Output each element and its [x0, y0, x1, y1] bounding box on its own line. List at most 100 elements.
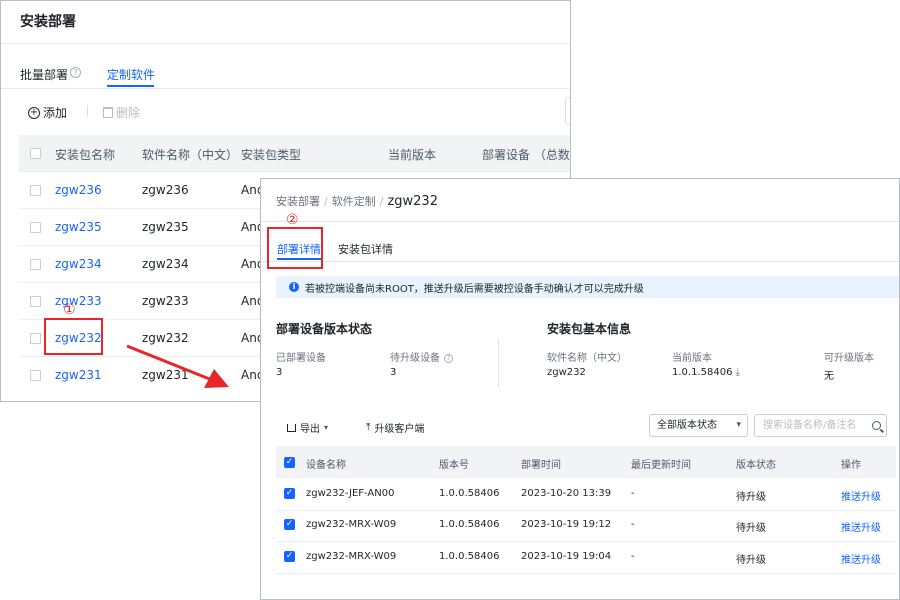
section-separator [498, 339, 499, 387]
row-checkbox[interactable] [30, 222, 41, 233]
select-all-checkbox[interactable]: ✓ [284, 457, 295, 468]
status-select-value: 全部版本状态 [657, 420, 717, 431]
device-version: 1.0.0.58406 [439, 519, 500, 530]
column-header-package: 安装包名称 [55, 148, 116, 162]
version-status: 待升级 [736, 492, 766, 503]
row-divider [276, 541, 896, 542]
trash-icon [103, 107, 113, 118]
upgrade-client-button[interactable]: ⤒ 升级客户端 [366, 420, 424, 435]
package-link[interactable]: zgw235 [55, 220, 102, 234]
software-name: zgw235 [142, 220, 189, 234]
toolbar-button[interactable] [565, 97, 570, 125]
software-name: zgw231 [142, 368, 189, 382]
row-checkbox[interactable]: ✓ [284, 519, 295, 530]
column-header-type: 安装包类型 [241, 148, 302, 162]
step-2-marker: ② [286, 212, 299, 228]
divider [1, 88, 570, 89]
active-tab-indicator [107, 85, 154, 87]
upgradable-version-value: 无 [824, 371, 834, 382]
row-checkbox[interactable] [30, 185, 41, 196]
export-button[interactable]: 导出 ▾ [287, 420, 328, 435]
current-version-label: 当前版本 [672, 353, 712, 364]
device-name: zgw232-MRX-W09 [306, 519, 397, 530]
step-1-marker: ① [63, 302, 76, 318]
step-2-highlight [267, 227, 323, 269]
download-icon[interactable]: ⤓ [736, 367, 740, 378]
push-upgrade-link[interactable]: 推送升级 [841, 519, 881, 534]
deploy-detail-panel: 安装部署 / 软件定制 / zgw232 部署详情 安装包详情 i 若被控端设备尚未RO… [260, 178, 900, 600]
software-name-label: 软件名称（中文） [547, 353, 627, 364]
upgradable-version-label: 可升级版本 [824, 353, 874, 364]
current-version-value: 1.0.1.58406 [672, 367, 733, 378]
breadcrumb: 安装部署 / 软件定制 / zgw232 [276, 194, 438, 209]
breadcrumb-item[interactable]: 安装部署 [276, 195, 320, 208]
table-header [276, 446, 896, 478]
column-header-devices: 部署设备 （总数) [482, 148, 571, 162]
tab-package-detail[interactable]: 安装包详情 [338, 241, 393, 257]
pending-label: 待升级设备 [390, 353, 440, 364]
upgrade-label: 升级客户端 [374, 424, 425, 435]
add-button[interactable]: + 添加 [28, 104, 67, 121]
column-header-action: 操作 [841, 460, 861, 471]
deploy-time: 2023-10-19 19:12 [521, 519, 612, 530]
divider [1, 43, 570, 44]
push-upgrade-link[interactable]: 推送升级 [841, 488, 881, 503]
row-divider [19, 171, 570, 172]
help-icon[interactable]: ? [444, 353, 453, 363]
device-name: zgw232-JEF-AN00 [306, 488, 395, 499]
row-checkbox[interactable] [30, 296, 41, 307]
pending-count: 3 [390, 367, 397, 378]
row-checkbox[interactable] [30, 333, 41, 344]
delete-button[interactable]: 删除 [103, 104, 140, 121]
tab-batch-deploy[interactable]: 批量部署 [20, 66, 68, 83]
plus-circle-icon: + [28, 106, 40, 119]
breadcrumb-item[interactable]: 软件定制 [332, 195, 376, 208]
breadcrumb-current: zgw232 [387, 194, 438, 209]
package-link[interactable]: zgw231 [55, 368, 102, 382]
version-status: 待升级 [736, 523, 766, 534]
last-update-time: - [631, 551, 635, 562]
package-link[interactable]: zgw233 [55, 294, 102, 308]
column-header-version: 版本号 [439, 460, 469, 471]
deployed-count: 3 [276, 367, 283, 378]
row-checkbox[interactable]: ✓ [284, 488, 295, 499]
row-checkbox[interactable] [30, 259, 41, 270]
device-search-input[interactable]: 搜索设备名称/备注名 [754, 414, 887, 437]
deploy-status-title: 部署设备版本状态 [276, 322, 373, 336]
export-icon [287, 423, 296, 432]
deploy-time: 2023-10-19 19:04 [521, 551, 612, 562]
export-label: 导出 [300, 424, 320, 435]
package-info-title: 安装包基本信息 [547, 322, 632, 336]
notice-text: 若被控端设备尚未ROOT，推送升级后需要被控设备手动确认才可以完成升级 [305, 283, 644, 295]
device-version: 1.0.0.58406 [439, 488, 500, 499]
column-header-status: 版本状态 [736, 460, 776, 471]
version-status: 待升级 [736, 555, 766, 566]
search-icon[interactable] [872, 421, 881, 430]
software-name: zgw234 [142, 257, 189, 271]
push-upgrade-link[interactable]: 推送升级 [841, 551, 881, 566]
toolbar-separator [87, 105, 88, 117]
add-label: 添加 [43, 106, 68, 120]
notice-banner: i 若被控端设备尚未ROOT，推送升级后需要被控设备手动确认才可以完成升级 [276, 276, 899, 298]
deploy-time: 2023-10-20 13:39 [521, 488, 612, 499]
tab-custom-software[interactable]: 定制软件 [107, 66, 155, 83]
column-header-device: 设备名称 [306, 460, 346, 471]
row-checkbox[interactable]: ✓ [284, 551, 295, 562]
delete-label: 删除 [116, 106, 141, 120]
package-link[interactable]: zgw234 [55, 257, 102, 271]
help-icon[interactable]: ? [70, 67, 81, 78]
row-divider [276, 510, 896, 511]
column-header-version: 当前版本 [388, 148, 437, 162]
divider [261, 261, 899, 262]
select-all-checkbox[interactable] [30, 148, 41, 159]
deployed-label: 已部署设备 [276, 353, 326, 364]
version-status-select[interactable]: 全部版本状态 ▾ [649, 414, 748, 437]
divider [261, 221, 899, 222]
last-update-time: - [631, 519, 635, 530]
page-title: 安装部署 [20, 14, 76, 30]
package-link[interactable]: zgw236 [55, 183, 102, 197]
upgrade-icon: ⤒ [366, 422, 371, 433]
software-name: zgw233 [142, 294, 189, 308]
current-version-wrap: 1.0.1.58406 ⤓ [672, 367, 740, 378]
row-checkbox[interactable] [30, 370, 41, 381]
